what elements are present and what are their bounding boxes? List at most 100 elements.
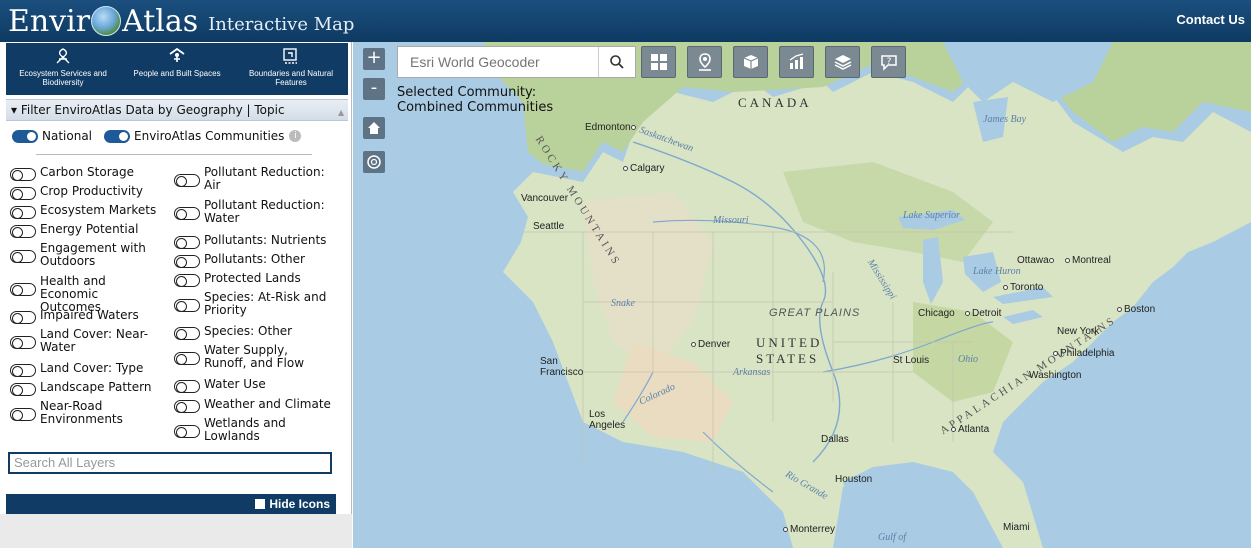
topic-item[interactable]: Pollutants: Nutrients: [174, 234, 332, 249]
leaf-icon: [56, 48, 70, 64]
topic-item[interactable]: Water Use: [174, 378, 332, 393]
logo-text-right: Atlas: [122, 3, 199, 39]
topic-item[interactable]: Species: At-Risk and Priority: [174, 291, 332, 317]
category-bar: Ecosystem Services and Biodiversity Peop…: [6, 43, 348, 95]
topic-toggle[interactable]: [174, 352, 200, 365]
topic-item[interactable]: Engagement with Outdoors: [10, 242, 160, 268]
topic-item[interactable]: Water Supply, Runoff, and Flow: [174, 344, 332, 370]
layers-icon: [834, 55, 851, 70]
basemap-layers-button[interactable]: [825, 46, 860, 78]
city-denver: Denver: [691, 339, 730, 350]
locate-button[interactable]: [363, 151, 385, 173]
topic-label: Weather and Climate: [204, 397, 331, 411]
layout-button[interactable]: [641, 46, 676, 78]
topic-item[interactable]: Species: Other: [174, 325, 332, 340]
topic-toggle[interactable]: [10, 250, 36, 263]
city-seattle: Seattle: [533, 221, 565, 232]
topic-item[interactable]: Land Cover: Type: [10, 362, 160, 377]
topic-item[interactable]: Weather and Climate: [174, 398, 332, 413]
divider: [36, 154, 312, 155]
topic-item[interactable]: Carbon Storage: [10, 166, 160, 181]
topic-toggle[interactable]: [10, 383, 36, 396]
topic-item[interactable]: Land Cover: Near-Water: [10, 328, 160, 354]
topic-label: Pollutant Reduction: Air: [204, 165, 325, 192]
city-edmonton: Edmonton: [585, 122, 638, 133]
chart-button[interactable]: [779, 46, 814, 78]
topic-item[interactable]: Pollutant Reduction: Water: [174, 199, 332, 225]
topic-toggle[interactable]: [10, 168, 36, 181]
geocoder-input[interactable]: [398, 47, 598, 77]
topic-label: Water Supply, Runoff, and Flow: [204, 343, 305, 370]
city-monterrey: Monterrey: [783, 524, 835, 535]
city-miami: Miami: [1003, 522, 1030, 533]
topic-toggle[interactable]: [174, 380, 200, 393]
globe-icon: [91, 6, 122, 36]
topic-toggle[interactable]: [10, 336, 36, 349]
map-label-lake-superior: Lake Superior: [903, 210, 960, 221]
topic-toggle[interactable]: [174, 255, 200, 268]
topic-item[interactable]: Pollutants: Other: [174, 253, 332, 268]
topic-toggle[interactable]: [174, 327, 200, 340]
topic-toggle[interactable]: [174, 425, 200, 438]
category-boundaries-natural-features[interactable]: Boundaries and Natural Features: [234, 43, 348, 95]
topic-toggle[interactable]: [174, 299, 200, 312]
topic-item[interactable]: Crop Productivity: [10, 185, 160, 200]
zoom-out-button[interactable]: -: [363, 78, 385, 100]
home-button[interactable]: [363, 117, 385, 139]
selected-community: Selected Community: Combined Communities: [397, 85, 553, 115]
topic-toggle[interactable]: [174, 236, 200, 249]
data-download-button[interactable]: [733, 46, 768, 78]
topic-item[interactable]: Pollutant Reduction: Air: [174, 166, 332, 192]
topic-toggle[interactable]: [10, 187, 36, 200]
app-header: Envir Atlas Interactive Map Contact Us: [0, 0, 1251, 42]
panel-footer: [0, 514, 352, 548]
info-icon[interactable]: i: [289, 130, 302, 142]
topic-label: Near-Road Environments: [40, 399, 123, 426]
hide-icons-checkbox[interactable]: [255, 499, 266, 509]
help-button[interactable]: ?: [871, 46, 906, 78]
boundary-icon: [283, 48, 297, 64]
topic-label: Ecosystem Markets: [40, 203, 157, 217]
contact-us-link[interactable]: Contact Us: [1176, 12, 1245, 27]
map-view[interactable]: CANADA UNITED STATES GREAT PLAINS ROCKY …: [353, 42, 1251, 548]
map-label-arkansas: Arkansas: [733, 367, 771, 378]
enviroatlas-logo[interactable]: Envir Atlas Interactive Map: [8, 2, 354, 40]
filter-header[interactable]: ▾ Filter EnviroAtlas Data by Geography |…: [6, 99, 348, 121]
topic-toggle[interactable]: [174, 400, 200, 413]
scroll-up-icon[interactable]: ▲: [338, 103, 346, 117]
topic-item[interactable]: Ecosystem Markets: [10, 204, 160, 219]
topic-item[interactable]: Landscape Pattern: [10, 381, 160, 396]
topic-toggle[interactable]: [10, 408, 36, 421]
basemap: [473, 42, 1251, 548]
topic-item[interactable]: Near-Road Environments: [10, 400, 160, 426]
communities-toggle[interactable]: [104, 129, 131, 143]
category-label: People and Built Spaces: [133, 69, 221, 78]
location-button[interactable]: [687, 46, 722, 78]
topic-toggle[interactable]: [10, 206, 36, 219]
topic-label: Pollutants: Other: [204, 252, 305, 266]
zoom-in-button[interactable]: +: [363, 48, 385, 70]
topic-toggle[interactable]: [10, 311, 36, 324]
national-toggle[interactable]: [12, 129, 38, 143]
topic-toggle[interactable]: [174, 174, 200, 187]
topic-item[interactable]: Wetlands and Lowlands: [174, 417, 332, 443]
topic-toggle[interactable]: [174, 274, 200, 287]
geocoder-search-button[interactable]: [598, 47, 635, 77]
category-ecosystem-services[interactable]: Ecosystem Services and Biodiversity: [6, 43, 120, 95]
topic-toggle[interactable]: [174, 207, 200, 220]
map-label-lake-huron: Lake Huron: [973, 266, 1021, 277]
topic-label: Engagement with Outdoors: [40, 241, 146, 268]
topic-toggle[interactable]: [10, 364, 36, 377]
topic-item[interactable]: Impaired Waters: [10, 309, 160, 324]
map-label-snake: Snake: [611, 298, 635, 309]
category-label: Boundaries and Natural Features: [248, 69, 334, 87]
category-people-built-spaces[interactable]: People and Built Spaces: [120, 43, 234, 95]
map-label-james-bay: James Bay: [983, 114, 1027, 125]
topic-item[interactable]: Protected Lands: [174, 272, 332, 287]
map-label-missouri: Missouri: [713, 215, 749, 226]
topic-toggle[interactable]: [10, 225, 36, 238]
topic-toggle[interactable]: [10, 283, 36, 296]
hide-icons-label[interactable]: Hide Icons: [269, 497, 330, 511]
topic-item[interactable]: Energy Potential: [10, 223, 160, 238]
search-layers-input[interactable]: Search All Layers: [8, 452, 332, 474]
